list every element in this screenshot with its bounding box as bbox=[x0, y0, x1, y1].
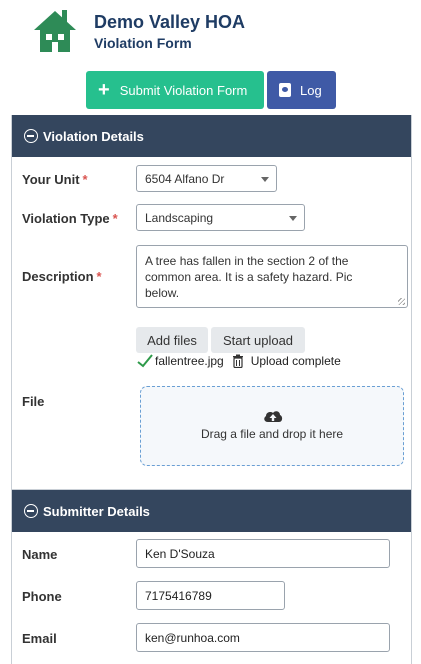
name-field[interactable]: Ken D'Souza bbox=[136, 539, 390, 568]
org-name: Demo Valley HOA bbox=[94, 12, 246, 32]
description-textarea[interactable]: A tree has fallen in the section 2 of th… bbox=[136, 245, 408, 308]
your-unit-label: Your Unit * bbox=[22, 172, 88, 187]
page-header: Demo Valley HOA Violation Form bbox=[28, 6, 408, 56]
check-icon bbox=[137, 354, 153, 368]
unit-select[interactable]: 6504 Alfano Dr bbox=[136, 165, 277, 192]
description-label: Description * bbox=[22, 269, 102, 284]
log-button[interactable]: Log bbox=[267, 71, 336, 109]
dropzone-text: Drag a file and drop it here bbox=[200, 427, 344, 441]
house-logo-icon bbox=[34, 10, 76, 52]
uploaded-file-name: fallentree.jpg bbox=[155, 354, 224, 368]
required-marker: * bbox=[82, 172, 88, 187]
add-files-button[interactable]: Add files bbox=[136, 327, 208, 353]
phone-field[interactable]: 7175416789 bbox=[136, 581, 285, 610]
name-label: Name bbox=[22, 547, 58, 562]
upload-status: Upload complete bbox=[250, 354, 341, 368]
start-upload-button[interactable]: Start upload bbox=[211, 327, 305, 353]
uploaded-file-row: fallentree.jpg Upload complete bbox=[137, 353, 341, 369]
minus-circle-icon bbox=[24, 129, 38, 143]
violation-type-select[interactable]: Landscaping bbox=[136, 204, 305, 231]
unit-select-value: 6504 Alfano Dr bbox=[145, 172, 225, 186]
cloud-upload-icon bbox=[264, 411, 283, 422]
phone-label: Phone bbox=[22, 589, 62, 604]
trash-icon[interactable] bbox=[232, 354, 244, 368]
violation-details-panel: Violation Details Your Unit * 6504 Alfano… bbox=[11, 115, 412, 490]
violation-details-header[interactable]: Violation Details bbox=[12, 115, 411, 157]
form-name: Violation Form bbox=[94, 35, 192, 51]
required-marker: * bbox=[112, 211, 118, 226]
violation-type-label: Violation Type * bbox=[22, 211, 118, 226]
email-label: Email bbox=[22, 631, 57, 646]
plus-icon: + bbox=[98, 79, 110, 101]
required-marker: * bbox=[96, 269, 102, 284]
minus-circle-icon bbox=[24, 504, 38, 518]
file-dropzone[interactable]: Drag a file and drop it here bbox=[140, 386, 404, 466]
submitter-details-panel: Submitter Details Name Ken D'Souza Phone… bbox=[11, 490, 412, 664]
violation-type-select-value: Landscaping bbox=[145, 211, 214, 225]
submit-violation-button[interactable]: + Submit Violation Form bbox=[86, 71, 264, 109]
submitter-details-title: Submitter Details bbox=[43, 503, 150, 519]
caret-down-icon bbox=[289, 216, 297, 221]
description-line: common area. It is a safety hazard. Pic bbox=[145, 270, 353, 284]
resize-handle[interactable] bbox=[398, 298, 405, 305]
submit-violation-label: Submit Violation Form bbox=[119, 82, 248, 98]
file-label: File bbox=[22, 394, 45, 409]
violation-details-title: Violation Details bbox=[43, 128, 144, 144]
log-label: Log bbox=[300, 82, 322, 98]
submitter-details-header[interactable]: Submitter Details bbox=[12, 490, 411, 532]
description-line: A tree has fallen in the section 2 of th… bbox=[145, 254, 349, 268]
book-icon bbox=[279, 83, 291, 97]
description-line: below. bbox=[145, 286, 180, 300]
caret-down-icon bbox=[261, 177, 269, 182]
email-field[interactable]: ken@runhoa.com bbox=[136, 623, 390, 652]
